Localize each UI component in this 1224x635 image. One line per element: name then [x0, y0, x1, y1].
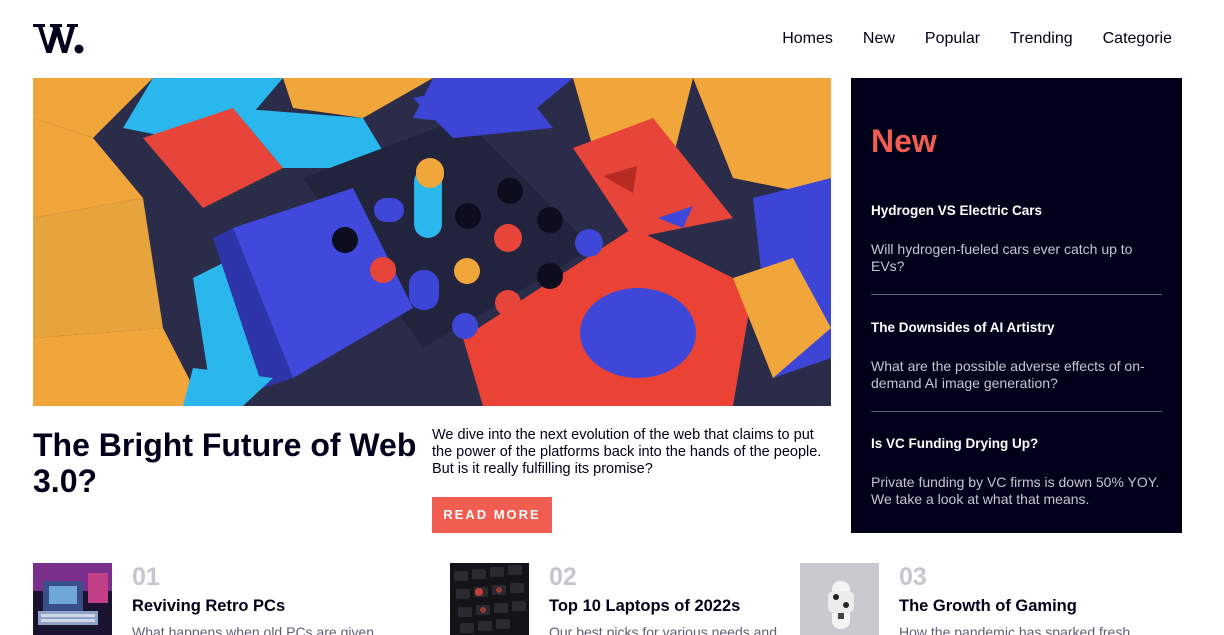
divider: [871, 294, 1162, 295]
article-summary: What happens when old PCs are given: [132, 624, 375, 635]
article-card[interactable]: 01 Reviving Retro PCs What happens when …: [33, 563, 374, 635]
nav-new[interactable]: New: [863, 29, 895, 49]
new-item-title[interactable]: Is VC Funding Drying Up?: [871, 435, 1162, 452]
nav-categories[interactable]: Categorie: [1103, 29, 1172, 49]
article-thumbnail[interactable]: [33, 563, 112, 635]
new-panel-heading: New: [871, 123, 937, 159]
nav-popular[interactable]: Popular: [925, 29, 980, 49]
article-number: 03: [899, 563, 927, 591]
new-item-title[interactable]: The Downsides of AI Artistry: [871, 319, 1162, 336]
new-item[interactable]: Hydrogen VS Electric Cars Will hydrogen-…: [871, 202, 1162, 275]
hero-description: We dive into the next evolution of the w…: [432, 427, 822, 477]
new-item-text: Private funding by VC firms is down 50% …: [871, 474, 1160, 507]
new-articles-panel: New Hydrogen VS Electric Cars Will hydro…: [851, 78, 1182, 533]
article-title[interactable]: The Growth of Gaming: [899, 596, 1130, 616]
article-title[interactable]: Reviving Retro PCs: [132, 596, 374, 616]
article-title-text: Top 10 Laptops of 2022: [549, 597, 732, 615]
new-item-text: What are the possible adverse effects of…: [871, 358, 1145, 391]
main-nav: Homes New Popular Trending Categorie: [782, 29, 1172, 49]
site-logo[interactable]: [33, 20, 85, 56]
article-card[interactable]: 03 The Growth of Gaming How the pandemic…: [800, 563, 1130, 635]
read-more-button[interactable]: READ MORE: [432, 497, 552, 533]
divider: [871, 411, 1162, 412]
new-item[interactable]: Is VC Funding Drying Up? Private funding…: [871, 435, 1162, 508]
new-item[interactable]: The Downsides of AI Artistry What are th…: [871, 319, 1162, 392]
article-summary: How the pandemic has sparked fresh: [899, 624, 1131, 635]
article-number: 01: [132, 563, 160, 591]
new-item-title[interactable]: Hydrogen VS Electric Cars: [871, 202, 1162, 219]
article-thumbnail[interactable]: [800, 563, 879, 635]
nav-homes[interactable]: Homes: [782, 29, 833, 49]
article-title-suffix: s: [731, 597, 741, 615]
article-thumbnail[interactable]: [450, 563, 529, 635]
article-card[interactable]: 02 Top 10 Laptops of 2022s Our best pick…: [450, 563, 777, 635]
nav-trending[interactable]: Trending: [1010, 29, 1073, 49]
hero-image: [33, 78, 831, 406]
article-summary: Our best picks for various needs and: [549, 624, 778, 635]
article-number: 02: [549, 563, 577, 591]
logo-w-icon: [33, 24, 84, 54]
hero-title: The Bright Future of Web 3.0?: [33, 427, 417, 499]
new-item-text: Will hydrogen-fueled cars ever catch up …: [871, 241, 1133, 274]
article-title[interactable]: Top 10 Laptops of 2022s: [549, 596, 777, 616]
